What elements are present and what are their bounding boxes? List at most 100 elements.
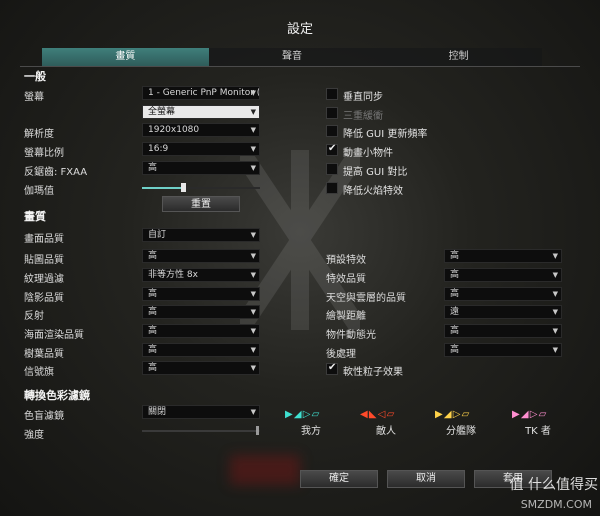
gamma-slider[interactable] — [142, 183, 260, 192]
section-colorblind-heading: 轉換色彩濾鏡 — [24, 389, 90, 402]
team-label: 分艦隊 — [446, 426, 476, 437]
option-checkbox[interactable] — [326, 182, 338, 194]
chevron-down-icon: ▼ — [552, 252, 558, 260]
gamma-slider-knob[interactable] — [180, 183, 186, 192]
soft-particles-checkbox[interactable]: ✔ — [326, 362, 338, 375]
quality-setting-value: 遠 — [450, 307, 460, 317]
reset-button[interactable]: 重置 — [162, 196, 240, 212]
resolution-select[interactable]: 1920x1080 ▼ — [142, 123, 260, 137]
chevron-down-icon: ▼ — [250, 308, 256, 316]
monitor-value: 1 - Generic PnP Monitor (p — [148, 88, 260, 98]
chevron-down-icon: ▼ — [552, 290, 558, 298]
quality-setting-label: 預設特效 — [326, 255, 366, 266]
tab-graphics[interactable]: 畫質 — [42, 48, 209, 66]
quality-setting-select[interactable]: 非等方性 8x ▼ — [142, 268, 260, 282]
quality-setting-select[interactable]: 高 ▼ — [142, 324, 260, 338]
quality-setting-select[interactable]: 高 ▼ — [142, 287, 260, 301]
option-checkbox[interactable] — [326, 125, 338, 137]
team-color-swatch: ▶ ◢ ▷ ▱ — [512, 409, 546, 420]
display-mode-select[interactable]: 全螢幕 ▼ — [142, 105, 260, 119]
section-quality-heading: 畫質 — [24, 210, 46, 223]
gamma-slider-fill — [142, 187, 184, 189]
quality-setting-value: 高 — [450, 345, 460, 355]
quality-setting-label: 貼圖品質 — [24, 255, 64, 266]
colorblind-filter-label: 色盲濾鏡 — [24, 411, 64, 422]
chevron-down-icon: ▼ — [552, 271, 558, 279]
option-label: 垂直同步 — [343, 92, 383, 103]
monitor-select[interactable]: 1 - Generic PnP Monitor (p ▼ — [142, 86, 260, 100]
quality-setting-select[interactable]: 高 ▼ — [142, 305, 260, 319]
cancel-button[interactable]: 取消 — [387, 470, 465, 488]
team-color-swatch: ▶ ◢ ▷ ▱ — [285, 409, 319, 420]
quality-setting-select[interactable]: 高 ▼ — [444, 249, 562, 263]
quality-setting-value: 高 — [148, 251, 158, 261]
preset-label: 畫面品質 — [24, 234, 64, 245]
display-mode-value: 全螢幕 — [148, 107, 176, 117]
quality-setting-label: 反射 — [24, 311, 44, 322]
tab-divider — [20, 66, 580, 67]
quality-setting-label: 後處理 — [326, 349, 356, 360]
quality-setting-value: 高 — [148, 289, 158, 299]
quality-setting-value: 高 — [450, 251, 460, 261]
intensity-slider[interactable] — [142, 426, 260, 435]
section-general-heading: 一般 — [24, 70, 46, 83]
quality-setting-select[interactable]: 高 ▼ — [444, 287, 562, 301]
option-label: 動畫小物件 — [343, 148, 393, 159]
chevron-down-icon: ▼ — [250, 290, 256, 298]
preset-value: 自訂 — [148, 230, 167, 240]
quality-setting-select[interactable]: 高 ▼ — [444, 343, 562, 357]
window-title: 設定 — [286, 22, 313, 37]
background-glow — [230, 455, 300, 485]
antialias-value: 高 — [148, 163, 158, 173]
chevron-down-icon: ▼ — [250, 346, 256, 354]
tab-sound[interactable]: 聲音 — [208, 48, 376, 66]
team-color-swatch: ◀ ◣ ◁ ▱ — [360, 409, 394, 420]
colorblind-filter-select[interactable]: 關閉 ▼ — [142, 405, 260, 419]
quality-setting-value: 高 — [148, 326, 158, 336]
team-label: 我方 — [301, 426, 321, 437]
quality-setting-select[interactable]: 高 ▼ — [444, 268, 562, 282]
watermark-logo: 值 什么值得买 — [509, 477, 598, 493]
checkmark-icon: ✔ — [328, 143, 337, 154]
chevron-down-icon: ▼ — [552, 346, 558, 354]
chevron-down-icon: ▼ — [250, 89, 256, 97]
ok-button[interactable]: 確定 — [300, 470, 378, 488]
quality-setting-label: 海面渲染品質 — [24, 330, 84, 341]
quality-setting-value: 高 — [148, 345, 158, 355]
chevron-down-icon: ▼ — [552, 308, 558, 316]
aspect-value: 16:9 — [148, 144, 169, 154]
team-label: TK 者 — [525, 426, 551, 437]
antialias-label: 反鋸齒: FXAA — [24, 167, 88, 178]
quality-setting-value: 高 — [148, 363, 158, 373]
quality-setting-select[interactable]: 遠 ▼ — [444, 305, 562, 319]
quality-setting-select[interactable]: 高 ▼ — [142, 361, 260, 375]
quality-setting-label: 樹葉品質 — [24, 349, 64, 360]
quality-setting-label: 特效品質 — [326, 274, 366, 285]
chevron-down-icon: ▼ — [250, 364, 256, 372]
aspect-select[interactable]: 16:9 ▼ — [142, 142, 260, 156]
option-checkbox[interactable]: ✔ — [326, 143, 338, 156]
quality-setting-label: 天空與雲層的品質 — [326, 293, 406, 304]
tab-controls[interactable]: 控制 — [375, 48, 543, 66]
option-label: 降低火焰特效 — [343, 186, 403, 197]
intensity-slider-knob[interactable] — [256, 426, 260, 435]
quality-setting-select[interactable]: 高 ▼ — [142, 343, 260, 357]
quality-setting-value: 高 — [450, 270, 460, 280]
antialias-select[interactable]: 高 ▼ — [142, 161, 260, 175]
option-checkbox[interactable] — [326, 163, 338, 175]
checkmark-icon: ✔ — [328, 362, 337, 373]
chevron-down-icon: ▼ — [250, 252, 256, 260]
chevron-down-icon: ▼ — [250, 408, 256, 416]
quality-setting-select[interactable]: 高 ▼ — [142, 249, 260, 263]
colorblind-filter-value: 關閉 — [148, 407, 167, 417]
monitor-label: 螢幕 — [24, 92, 44, 103]
option-checkbox[interactable] — [326, 88, 338, 100]
quality-setting-value: 高 — [450, 326, 460, 336]
quality-setting-label: 陰影品質 — [24, 293, 64, 304]
quality-setting-select[interactable]: 高 ▼ — [444, 324, 562, 338]
quality-setting-value: 非等方性 8x — [148, 270, 198, 280]
preset-select[interactable]: 自訂 ▼ — [142, 228, 260, 242]
chevron-down-icon: ▼ — [250, 271, 256, 279]
chevron-down-icon: ▼ — [250, 231, 256, 239]
chevron-down-icon: ▼ — [250, 164, 256, 172]
